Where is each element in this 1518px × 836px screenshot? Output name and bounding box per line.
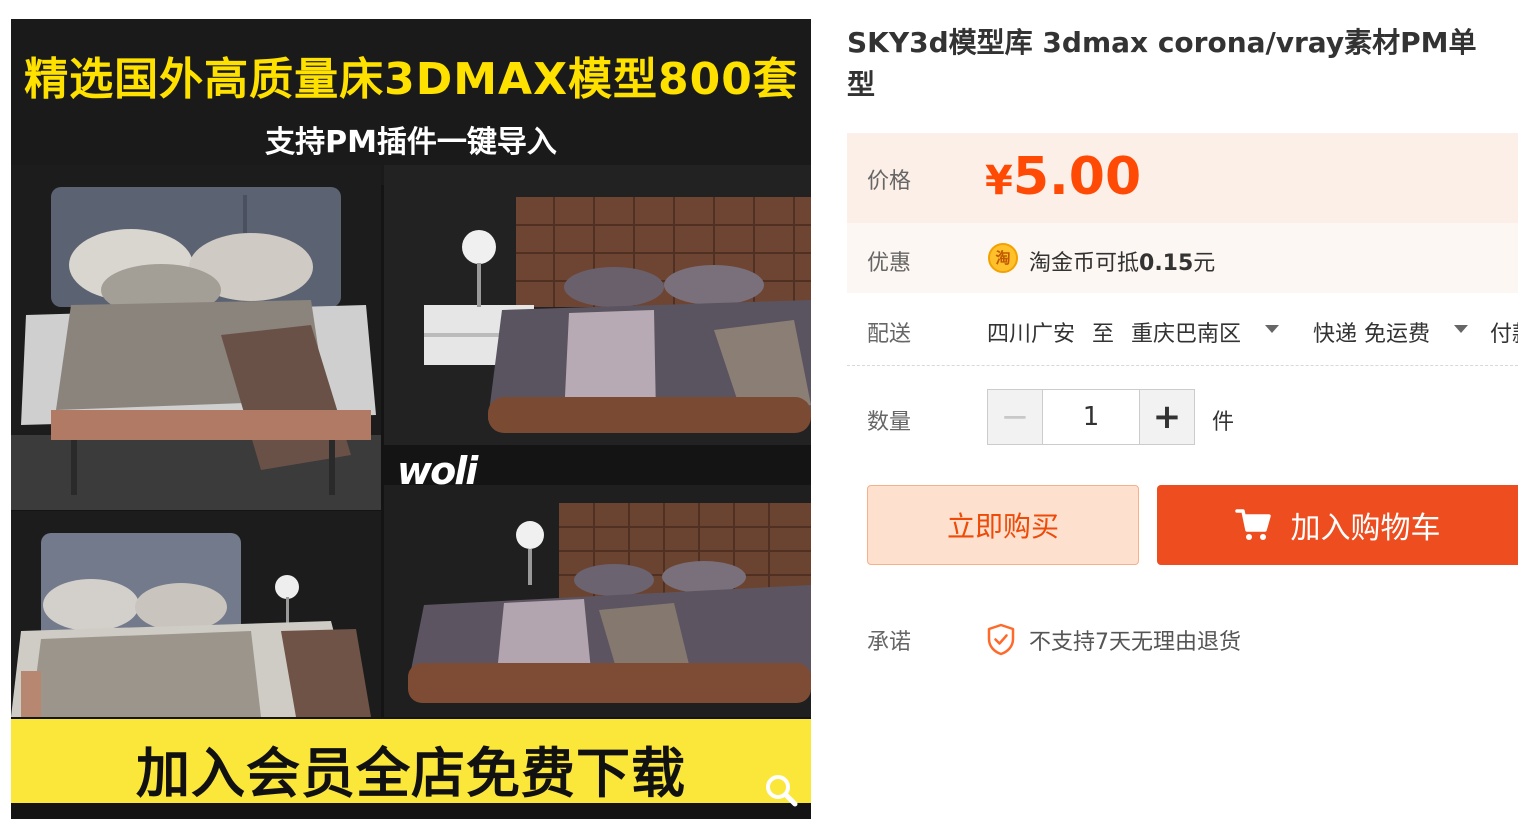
quantity-unit: 件 — [1212, 410, 1235, 435]
quantity-increase-button[interactable]: + — [1139, 390, 1194, 444]
product-main-image[interactable]: 精选国外高质量床3DMAX模型800套 支持PM插件一键导入 woli 加入会员… — [11, 19, 811, 819]
product-title-line-2: 型 — [847, 68, 876, 101]
shipping-origin: 四川广安 — [987, 322, 1076, 347]
price-currency: ¥ — [985, 158, 1013, 204]
buy-now-button[interactable]: 立即购买 — [867, 485, 1139, 565]
promo-label: 优惠 — [867, 251, 912, 276]
shipping-label: 配送 — [867, 322, 912, 347]
shipping-row: 配送 四川广安 至 重庆巴南区 快递 免运费 付款后 — [847, 298, 1518, 366]
search-icon[interactable] — [763, 772, 799, 808]
image-subheadline: 支持PM插件一键导入 — [265, 125, 557, 160]
quantity-stepper: − + — [987, 389, 1195, 445]
chevron-down-icon[interactable] — [1454, 325, 1468, 333]
image-footer-banner: 加入会员全店免费下载 — [11, 719, 811, 805]
price-label: 价格 — [867, 169, 912, 194]
promise-row: 承诺 不支持7天无理由退货 — [847, 618, 1518, 658]
taobao-coin-icon: 淘 — [988, 243, 1018, 273]
shield-icon — [987, 623, 1015, 656]
add-to-cart-label: 加入购物车 — [1290, 511, 1441, 546]
price-box: 价格 ¥5.00 优惠 淘 淘金币可抵0.15元 — [847, 133, 1518, 293]
bed-photo-top-right — [384, 165, 811, 445]
price-value: ¥5.00 — [985, 147, 1141, 207]
shipping-to: 至 — [1092, 322, 1115, 347]
price-amount: 5.00 — [1012, 147, 1142, 207]
quantity-label: 数量 — [867, 410, 912, 435]
bed-photo-bottom-right — [384, 485, 811, 717]
price-row: 价格 ¥5.00 — [847, 133, 1518, 223]
shipping-destination-selector[interactable]: 重庆巴南区 — [1131, 316, 1241, 348]
quantity-row: 数量 − + 件 — [847, 388, 1518, 446]
buy-now-label: 立即购买 — [946, 510, 1059, 543]
shipping-method-selector[interactable]: 快递 免运费 — [1313, 316, 1430, 348]
chevron-down-icon[interactable] — [1265, 325, 1279, 333]
promise-label: 承诺 — [867, 630, 912, 655]
product-title-line-1: SKY3d模型库 3dmax corona/vray素材PM单 — [847, 26, 1477, 59]
image-footer-text: 加入会员全店免费下载 — [136, 742, 686, 805]
promo-row: 优惠 淘 淘金币可抵0.15元 — [847, 223, 1518, 293]
promise-text: 不支持7天无理由退货 — [1029, 630, 1241, 655]
cart-icon — [1234, 509, 1271, 540]
promo-text-suffix: 元 — [1193, 251, 1216, 276]
image-headline: 精选国外高质量床3DMAX模型800套 — [24, 54, 798, 105]
bed-photo-bottom-left — [11, 511, 381, 717]
quantity-decrease-button[interactable]: − — [988, 390, 1043, 444]
promo-text: 淘金币可抵0.15元 — [1029, 245, 1215, 277]
add-to-cart-button[interactable]: 加入购物车 — [1157, 485, 1518, 565]
image-top-banner: 精选国外高质量床3DMAX模型800套 支持PM插件一键导入 — [11, 19, 811, 185]
quantity-input[interactable] — [1043, 390, 1139, 444]
bed-photo-top-left — [11, 165, 381, 510]
product-title: SKY3d模型库 3dmax corona/vray素材PM单 型 — [847, 22, 1518, 106]
shipping-extra: 付款后 — [1490, 322, 1518, 347]
promo-amount: 0.15 — [1139, 251, 1194, 276]
promo-text-prefix: 淘金币可抵 — [1029, 251, 1140, 276]
